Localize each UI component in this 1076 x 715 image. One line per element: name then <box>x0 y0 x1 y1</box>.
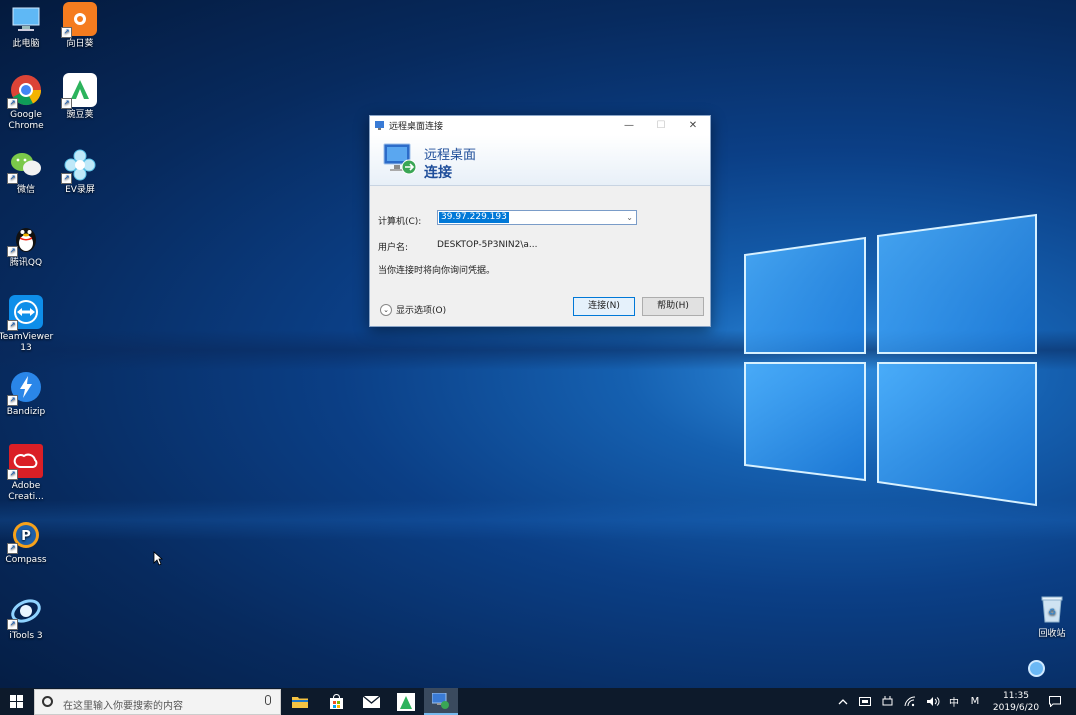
mail-icon <box>362 695 380 708</box>
remote-desktop-icon <box>375 120 384 130</box>
wandoujia-icon <box>397 692 415 711</box>
tray-ime-mode[interactable]: M <box>967 688 983 715</box>
info-text: 当你连接时将向你询问凭据。 <box>378 266 496 276</box>
wifi-icon <box>904 696 916 707</box>
desktop-icon-label: 腾讯QQ <box>9 258 43 268</box>
desktop-icon-label: Compass <box>5 555 47 565</box>
show-options-label: 显示选项(O) <box>396 306 447 316</box>
help-button[interactable]: 帮助(H) <box>642 297 704 316</box>
close-button[interactable]: ✕ <box>677 116 709 135</box>
desktop-icon-label: EV录屏 <box>65 185 95 195</box>
recycle-bin-icon: ♻ <box>1035 592 1069 626</box>
desktop-icon-label: 向日葵 <box>66 39 94 49</box>
microphone-icon[interactable] <box>265 695 271 705</box>
clock-date: 2019/6/20 <box>992 703 1040 713</box>
svg-text:P: P <box>21 529 31 544</box>
connect-button[interactable]: 连接(N) <box>573 297 635 316</box>
dialog-titlebar[interactable]: 远程桌面连接 — ☐ ✕ <box>370 116 710 135</box>
windows-logo-wallpaper <box>744 213 1037 507</box>
show-options-toggle[interactable]: ⌄ 显示选项(O) <box>380 303 446 316</box>
chevron-up-icon <box>838 698 848 704</box>
tray-ime-language[interactable]: 中 <box>946 688 962 715</box>
start-button[interactable] <box>0 688 33 715</box>
itools-icon: ↗ <box>7 594 43 630</box>
remote-desktop-icon <box>432 692 449 709</box>
banner-title-line1: 远程桌面 <box>424 148 477 163</box>
notification-icon <box>1049 696 1061 707</box>
desktop-icon-label: Bandizip <box>6 407 46 417</box>
action-center-button[interactable] <box>1046 688 1064 715</box>
qq-penguin-icon: ↗ <box>7 221 43 257</box>
remote-desktop-dialog: 远程桌面连接 — ☐ ✕ 远程桌面 连接 计算机(C): 39.97.229.1… <box>369 115 711 327</box>
search-placeholder: 在这里输入你要搜索的内容 <box>63 701 183 712</box>
computer-combobox[interactable]: 39.97.229.193 ⌄ <box>437 210 637 225</box>
compass-icon: P ↗ <box>7 518 43 554</box>
desktop-icon-bandizip[interactable]: ↗ Bandizip <box>0 370 58 418</box>
floating-assistant-icon[interactable] <box>1028 660 1045 677</box>
taskbar-wandoujia[interactable] <box>389 688 423 715</box>
taskbar-search-box[interactable]: 在这里输入你要搜索的内容 <box>34 689 281 715</box>
desktop-icon-label: 回收站 <box>1038 629 1066 639</box>
taskbar: 在这里输入你要搜索的内容 中 M 11:35 2019/6/20 <box>0 688 1076 715</box>
computer-icon <box>9 2 43 36</box>
desktop-icon-sunlogin[interactable]: ↗ 向日葵 <box>48 2 112 50</box>
sunflower-icon: ↗ <box>61 2 97 38</box>
dialog-title: 远程桌面连接 <box>389 122 444 132</box>
chrome-icon: ↗ <box>7 73 43 109</box>
ev-recorder-icon: ↗ <box>61 148 97 184</box>
taskbar-store[interactable] <box>319 688 353 715</box>
dialog-banner: 远程桌面 连接 <box>370 135 710 186</box>
expand-circle-icon: ⌄ <box>380 303 392 316</box>
chevron-down-icon[interactable]: ⌄ <box>626 211 633 224</box>
desktop-icon-teamviewer[interactable]: ↗ TeamViewer 13 <box>0 295 58 354</box>
desktop-icon-recycle-bin[interactable]: ♻ 回收站 <box>1020 592 1076 640</box>
wechat-icon: ↗ <box>7 148 43 184</box>
tray-volume-icon[interactable] <box>925 688 941 715</box>
minimize-button[interactable]: — <box>613 116 645 135</box>
username-label: 用户名: <box>378 243 409 253</box>
tray-network-icon[interactable] <box>902 688 918 715</box>
taskbar-clock[interactable]: 11:35 2019/6/20 <box>988 690 1044 714</box>
tray-battery-icon[interactable] <box>880 688 896 715</box>
search-icon <box>42 696 53 707</box>
username-value: DESKTOP-5P3NIN2\a... <box>437 240 538 250</box>
store-bag-icon <box>329 694 343 709</box>
desktop-icon-label: Adobe Creati... <box>8 481 44 502</box>
taskbar-file-explorer[interactable] <box>283 688 317 715</box>
clock-time: 11:35 <box>1003 691 1029 701</box>
plug-icon <box>882 696 893 706</box>
display-icon <box>859 696 871 706</box>
computer-value[interactable]: 39.97.229.193 <box>439 212 509 223</box>
wandoujia-icon: ↗ <box>61 73 97 109</box>
computer-label: 计算机(C): <box>378 217 422 227</box>
desktop-icon-adobe-cc[interactable]: ↗ Adobe Creati... <box>0 444 58 503</box>
banner-title-line2: 连接 <box>424 165 452 181</box>
desktop-icon-qq[interactable]: ↗ 腾讯QQ <box>0 221 58 269</box>
taskbar-remote-desktop[interactable] <box>424 688 458 715</box>
desktop-icon-label: 豌豆荚 <box>66 110 94 120</box>
desktop-icon-wandoujia[interactable]: ↗ 豌豆荚 <box>48 73 112 121</box>
speaker-icon <box>926 697 939 706</box>
tray-overflow-chevron[interactable] <box>835 688 851 715</box>
desktop-icon-itools[interactable]: ↗ iTools 3 <box>0 594 58 642</box>
windows-start-icon <box>10 695 23 708</box>
desktop-icon-compass[interactable]: P ↗ Compass <box>0 518 58 566</box>
desktop-icon-label: TeamViewer 13 <box>0 332 54 353</box>
maximize-button[interactable]: ☐ <box>645 116 677 135</box>
desktop-icon-label: iTools 3 <box>9 631 43 641</box>
teamviewer-icon: ↗ <box>7 295 43 331</box>
taskbar-mail[interactable] <box>354 688 388 715</box>
svg-text:♻: ♻ <box>1048 608 1056 618</box>
desktop-icon-ev-recorder[interactable]: ↗ EV录屏 <box>48 148 112 196</box>
tray-display-icon[interactable] <box>857 688 873 715</box>
bandizip-icon: ↗ <box>7 370 43 406</box>
remote-desktop-monitor-icon <box>383 143 417 175</box>
mouse-cursor-icon <box>153 551 163 566</box>
folder-icon <box>292 697 308 708</box>
adobe-creative-cloud-icon: ↗ <box>7 444 43 480</box>
